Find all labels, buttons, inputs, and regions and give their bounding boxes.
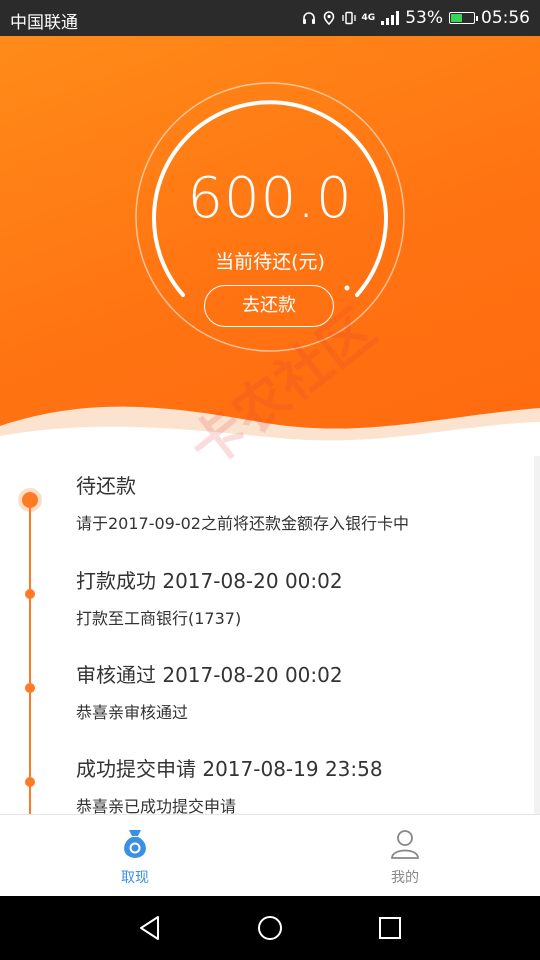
money-bag-icon: [124, 830, 146, 858]
system-navigation-bar: [0, 896, 540, 960]
battery-icon: [449, 12, 478, 24]
battery-percent: 53%: [405, 8, 443, 28]
status-icons: 4G 53% 05:56: [302, 6, 530, 30]
tab-label: 我的: [391, 870, 419, 886]
timeline-item-desc: 请于2017-09-02之前将还款金额存入银行卡中: [76, 514, 409, 533]
timeline-line: [29, 498, 31, 814]
scrollbar-track[interactable]: [534, 456, 540, 814]
user-icon: [391, 830, 419, 859]
bottom-tab-bar: 取现 我的: [0, 814, 540, 896]
timeline-dot: [25, 777, 35, 787]
home-icon[interactable]: [256, 914, 284, 942]
timeline-dot-current: [22, 492, 38, 508]
repayment-summary: 600.0 当前待还(元) 去还款: [0, 36, 540, 456]
back-icon[interactable]: [136, 914, 164, 942]
headset-icon: [302, 12, 315, 24]
timeline-item-desc: 恭喜亲已成功提交申请: [76, 797, 237, 814]
vibrate-icon: [341, 11, 356, 25]
timeline-item-title: 待还款: [76, 474, 136, 498]
timeline-dot: [25, 589, 35, 599]
timeline-item-title: 审核通过 2017-08-20 00:02: [76, 663, 343, 687]
status-bar: 中国联通 4G 53% 05:56: [0, 0, 540, 36]
timeline-item-title: 成功提交申请 2017-08-19 23:58: [76, 757, 383, 781]
timeline-item-title: 打款成功 2017-08-20 00:02: [76, 569, 343, 593]
signal-icon: [381, 11, 400, 25]
timeline-item-desc: 恭喜亲审核通过: [76, 703, 189, 722]
tab-label: 取现: [121, 870, 149, 886]
tab-mine[interactable]: 我的: [270, 815, 540, 897]
outstanding-amount: 600.0: [187, 166, 353, 231]
clock: 05:56: [481, 8, 530, 28]
wave-divider: [0, 406, 540, 456]
outstanding-amount-label: 当前待还(元): [215, 251, 325, 273]
loan-status-timeline: 待还款 请于2017-09-02之前将还款金额存入银行卡中 打款成功 2017-…: [0, 456, 540, 814]
timeline-dot: [25, 683, 35, 693]
repay-button[interactable]: 去还款: [204, 285, 334, 327]
timeline-item-desc: 打款至工商银行(1737): [76, 609, 242, 628]
network-type-icon: 4G: [361, 12, 376, 23]
carrier-name: 中国联通: [10, 13, 78, 33]
tab-withdraw[interactable]: 取现: [0, 815, 270, 897]
recents-icon[interactable]: [376, 914, 404, 942]
location-icon: [323, 11, 334, 25]
